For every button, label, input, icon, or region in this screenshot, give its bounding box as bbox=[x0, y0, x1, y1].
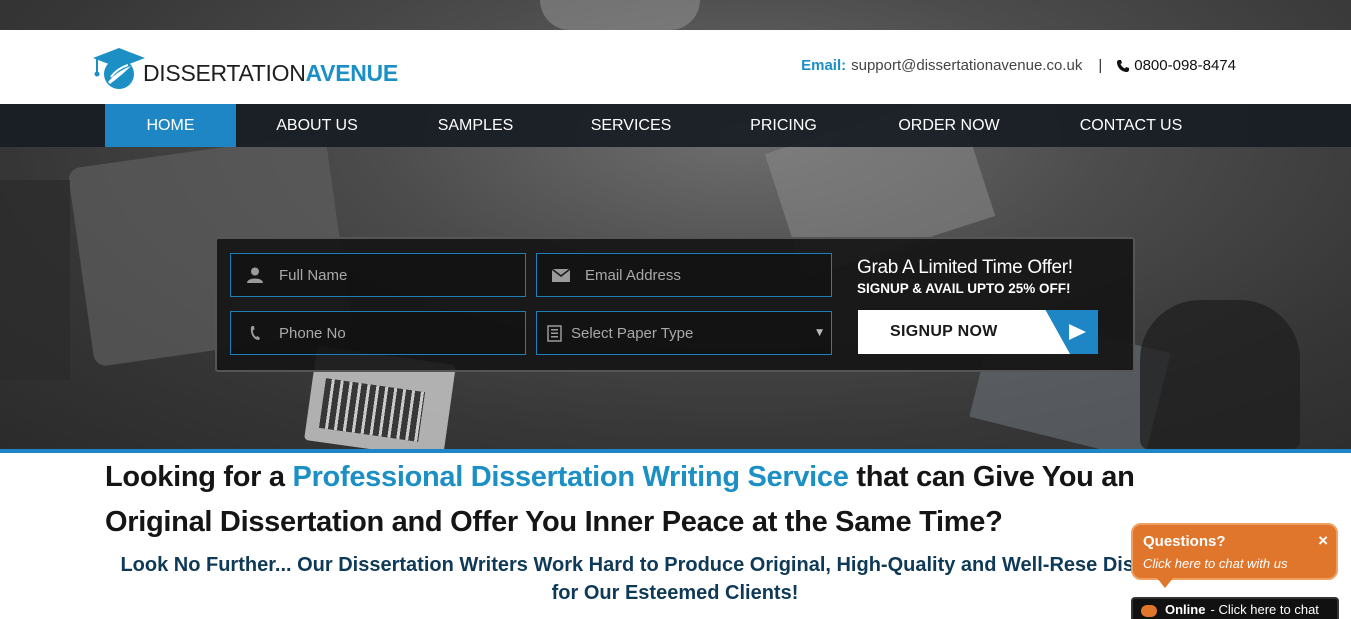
nav-item-pricing[interactable]: PRICING bbox=[709, 104, 858, 147]
signup-now-button[interactable]: SIGNUP NOW bbox=[858, 310, 1098, 354]
offer-subtitle: SIGNUP & AVAIL UPTO 25% OFF! bbox=[857, 281, 1071, 296]
email-field-wrapper bbox=[536, 253, 832, 297]
headline-highlight: Professional Dissertation Writing Servic… bbox=[292, 461, 849, 493]
chat-bubble-tail bbox=[1157, 578, 1173, 588]
signup-button-accent bbox=[1045, 310, 1098, 354]
nav-item-order-now[interactable]: ORDER NOW bbox=[858, 104, 1040, 147]
full-name-field-wrapper bbox=[230, 253, 526, 297]
nav-item-services[interactable]: SERVICES bbox=[553, 104, 709, 147]
signup-form-panel: Select Paper Type ▼ Grab A Limited Time … bbox=[215, 237, 1135, 372]
page-subheadline: Look No Further... Our Dissertation Writ… bbox=[120, 554, 1230, 604]
nav-item-contact-us[interactable]: CONTACT US bbox=[1040, 104, 1222, 147]
contact-separator: | bbox=[1098, 57, 1103, 74]
phone-input[interactable] bbox=[279, 324, 509, 342]
offer-text: Grab A Limited Time Offer! SIGNUP & AVAI… bbox=[857, 257, 1073, 296]
paper-type-selected-value: Select Paper Type bbox=[571, 324, 694, 342]
chat-question: Questions? bbox=[1143, 533, 1226, 550]
paper-type-select[interactable]: Select Paper Type ▼ bbox=[536, 311, 832, 355]
phone-icon bbox=[1117, 59, 1130, 72]
main-navigation: HOME ABOUT US SAMPLES SERVICES PRICING O… bbox=[0, 104, 1351, 147]
chat-cta: Click here to chat with us bbox=[1143, 556, 1288, 571]
chat-status-bar[interactable]: Online - Click here to chat bbox=[1131, 597, 1339, 619]
headline-part-1: Looking for a bbox=[105, 461, 285, 493]
phone-field-wrapper bbox=[230, 311, 526, 355]
close-icon[interactable]: × bbox=[1318, 531, 1328, 551]
header-bar: DISSERTATIONAVENUE Email: support@disser… bbox=[0, 30, 1351, 104]
logo-text-avenue: AVENUE bbox=[305, 59, 399, 86]
chat-status-online: Online bbox=[1165, 601, 1206, 617]
document-icon bbox=[537, 324, 571, 342]
logo-text-dissertation: DISSERTATION bbox=[143, 59, 306, 86]
email-input[interactable] bbox=[585, 266, 815, 284]
offer-title: Grab A Limited Time Offer! bbox=[857, 257, 1073, 278]
phone-number-link[interactable]: 0800-098-8474 bbox=[1134, 57, 1236, 74]
email-label: Email: bbox=[801, 57, 847, 74]
nav-item-samples[interactable]: SAMPLES bbox=[398, 104, 553, 147]
logo-text: DISSERTATIONAVENUE bbox=[143, 60, 398, 87]
chat-prompt-bubble[interactable]: Questions? Click here to chat with us × bbox=[1131, 523, 1338, 588]
site-logo[interactable]: DISSERTATIONAVENUE bbox=[91, 44, 398, 90]
nav-item-about-us[interactable]: ABOUT US bbox=[236, 104, 398, 147]
full-name-input[interactable] bbox=[279, 266, 509, 284]
dropdown-caret-icon: ▼ bbox=[816, 328, 823, 338]
chat-status-text: - Click here to chat bbox=[1210, 601, 1319, 617]
phone-handset-icon bbox=[231, 325, 279, 341]
nav-item-home[interactable]: HOME bbox=[105, 104, 236, 147]
hero-divider bbox=[0, 449, 1351, 453]
envelope-icon bbox=[537, 268, 585, 282]
graduation-cap-logo-icon bbox=[93, 48, 145, 89]
play-arrow-icon bbox=[1069, 324, 1086, 340]
chat-icon bbox=[1141, 605, 1157, 617]
signup-button-label: SIGNUP NOW bbox=[890, 323, 998, 340]
page-headline: Looking for a Professional Dissertation … bbox=[105, 455, 1235, 545]
email-link[interactable]: support@dissertationavenue.co.uk bbox=[851, 57, 1082, 74]
user-icon bbox=[231, 266, 279, 284]
header-contact: Email: support@dissertationavenue.co.uk … bbox=[801, 57, 1236, 74]
